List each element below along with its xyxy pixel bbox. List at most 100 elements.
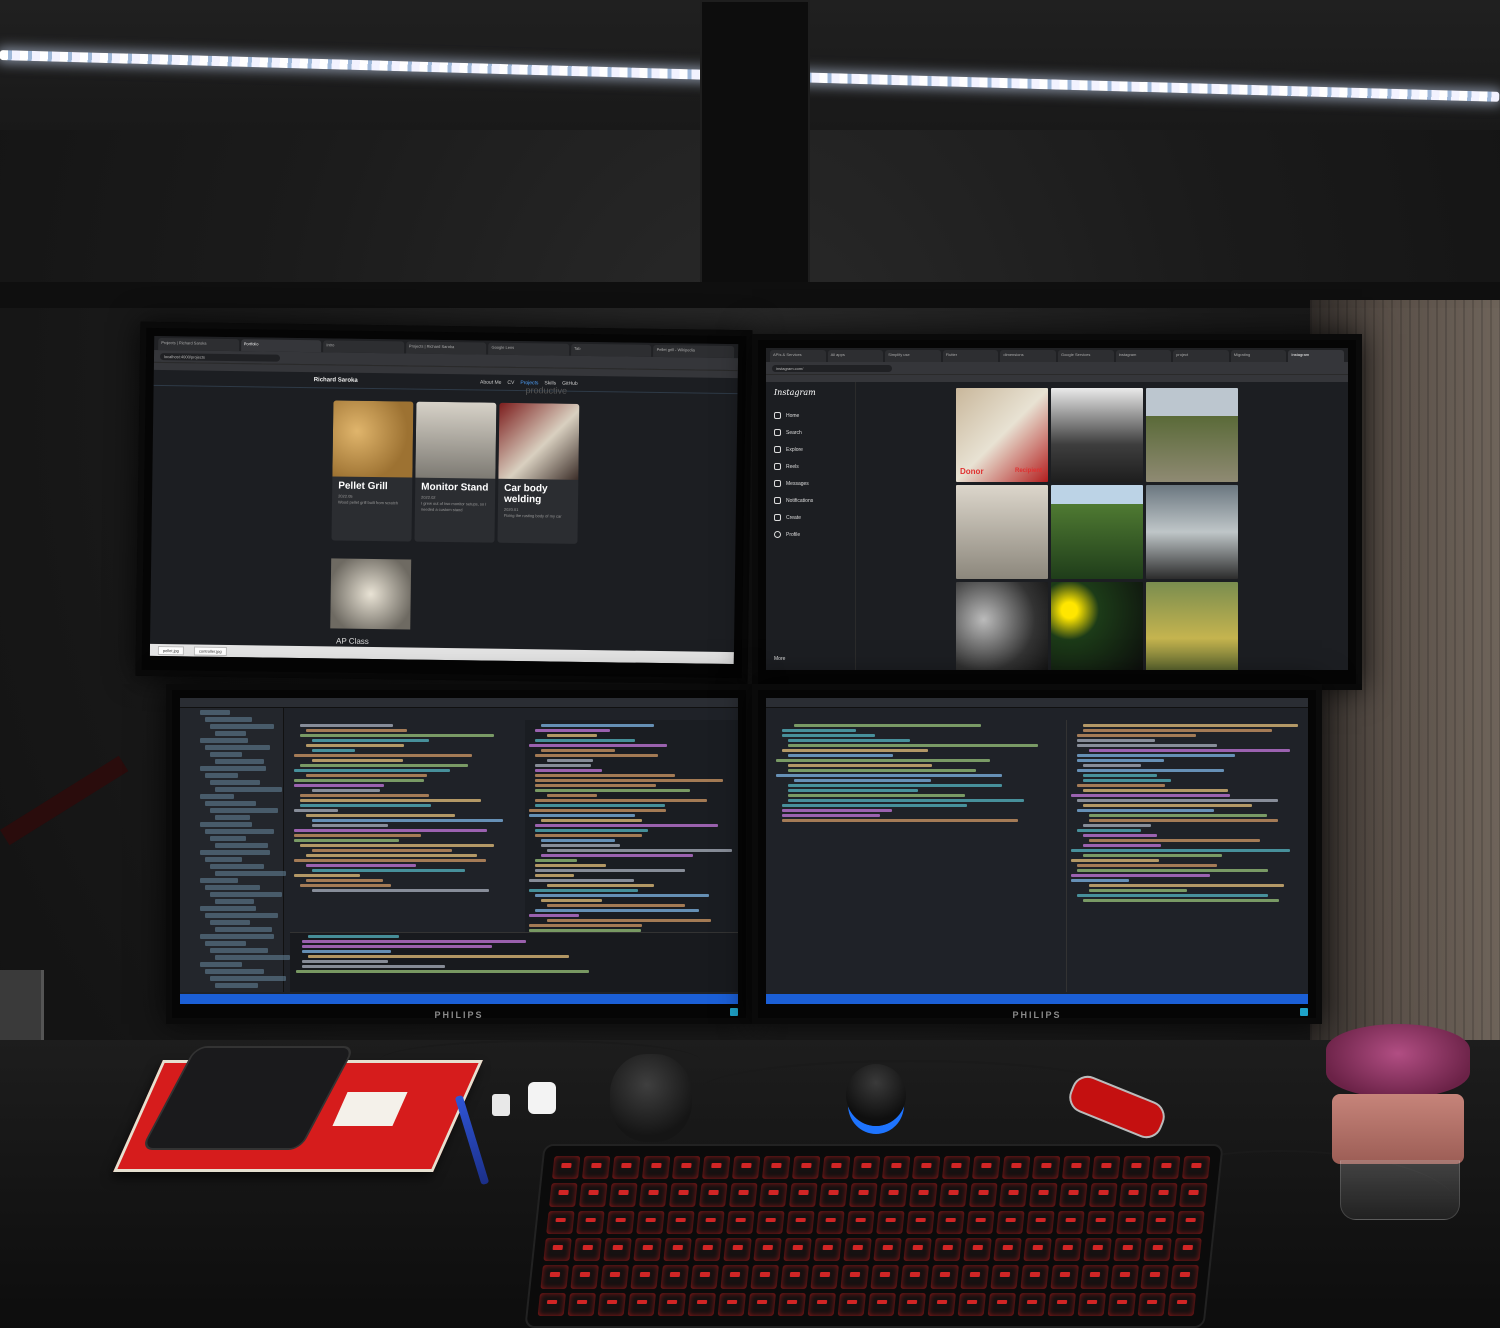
download-item[interactable]: pellet.jpg	[157, 645, 184, 655]
nav-link[interactable]: CV	[507, 379, 514, 385]
file-tree-item[interactable]	[210, 892, 282, 897]
file-tree-item[interactable]	[200, 738, 248, 743]
code-line	[306, 774, 427, 777]
project-card[interactable]	[330, 558, 412, 630]
browser-tab[interactable]: Portfolio	[240, 339, 322, 353]
project-card[interactable]: Car body welding 2020.01 Fixing the rust…	[497, 402, 580, 544]
code-pane[interactable]	[1066, 720, 1308, 992]
browser-tab[interactable]: dimensions	[1000, 350, 1056, 362]
file-tree-item[interactable]	[210, 836, 246, 841]
file-tree-item[interactable]	[205, 717, 252, 722]
ig-post[interactable]	[956, 582, 1048, 670]
keyboard-key	[699, 1183, 728, 1207]
file-tree-item[interactable]	[205, 773, 238, 778]
browser-tab[interactable]: APIs & Services	[770, 350, 826, 362]
ig-post[interactable]	[1146, 388, 1238, 482]
file-tree-item[interactable]	[215, 871, 286, 876]
browser-tab[interactable]: Projects | Richard Saroka	[158, 337, 239, 352]
file-tree-item[interactable]	[200, 822, 252, 827]
nav-link[interactable]: About Me	[480, 379, 501, 385]
ig-post[interactable]	[956, 485, 1048, 579]
ig-menu-create[interactable]: Create	[774, 509, 847, 526]
file-tree-item[interactable]	[200, 906, 256, 911]
file-tree-item[interactable]	[210, 948, 268, 953]
ig-menu-reels[interactable]: Reels	[774, 458, 847, 475]
ig-post[interactable]	[1051, 485, 1143, 579]
file-tree-item[interactable]	[200, 710, 230, 715]
file-tree-item[interactable]	[210, 752, 242, 757]
file-tree-item[interactable]	[210, 864, 264, 869]
project-card[interactable]: Monitor Stand 2022.02 I grew out of two …	[414, 401, 497, 543]
instagram-logo[interactable]: Instagram	[774, 388, 847, 397]
browser-tab[interactable]: Google Lens	[488, 342, 570, 356]
file-tree-item[interactable]	[200, 766, 266, 771]
file-tree-item[interactable]	[210, 780, 260, 785]
project-cards: Pellet Grill 2022.05 Wood pellet grill b…	[331, 400, 580, 544]
file-tree-item[interactable]	[215, 983, 258, 988]
file-tree-item[interactable]	[205, 941, 246, 946]
file-tree-item[interactable]	[215, 843, 268, 848]
ig-menu-notifications[interactable]: Notifications	[774, 492, 847, 509]
file-tree-item[interactable]	[210, 808, 278, 813]
file-tree-item[interactable]	[200, 850, 270, 855]
browser-tab[interactable]: project	[1173, 350, 1229, 362]
file-tree-item[interactable]	[205, 913, 278, 918]
ig-menu-label: Messages	[786, 480, 809, 487]
ig-menu-search[interactable]: Search	[774, 424, 847, 441]
file-tree-item[interactable]	[205, 885, 260, 890]
ig-menu-messages[interactable]: Messages	[774, 475, 847, 492]
url-field[interactable]: localhost:4000/projects	[159, 352, 281, 362]
file-tree-item[interactable]	[215, 955, 290, 960]
browser-tab[interactable]: Projects | Richard Saroka	[405, 341, 487, 355]
code-line	[782, 809, 892, 812]
file-tree-item[interactable]	[215, 815, 250, 820]
browser-tab[interactable]: Instagram	[1115, 350, 1172, 362]
browser-tab[interactable]: Intro	[323, 340, 404, 354]
ig-menu-home[interactable]: Home	[774, 407, 847, 424]
terminal-panel[interactable]	[290, 932, 738, 992]
file-tree-item[interactable]	[200, 934, 274, 939]
file-tree-item[interactable]	[210, 920, 250, 925]
browser-tab[interactable]: All apps	[827, 350, 884, 362]
project-card[interactable]: Pellet Grill 2022.05 Wood pellet grill b…	[331, 400, 414, 542]
ig-menu-more[interactable]: More	[774, 656, 785, 662]
browser-tab[interactable]: Pellet grill - Wikipedia	[653, 344, 735, 359]
file-tree-item[interactable]	[210, 976, 286, 981]
download-item[interactable]: controller.jpg	[193, 646, 227, 656]
browser-tab[interactable]: Flutter	[942, 350, 999, 362]
ig-menu-explore[interactable]: Explore	[774, 441, 847, 458]
url-field[interactable]: instagram.com/	[772, 364, 892, 372]
file-tree-item[interactable]	[215, 759, 264, 764]
ig-menu-profile[interactable]: Profile	[774, 526, 847, 543]
ig-post[interactable]	[1146, 582, 1238, 670]
site-brand[interactable]: Richard Saroka	[314, 377, 358, 384]
file-tree-item[interactable]	[205, 801, 256, 806]
browser-tab[interactable]: Simplify use	[885, 350, 941, 362]
file-tree-item[interactable]	[205, 857, 242, 862]
file-tree-item[interactable]	[200, 878, 238, 883]
file-tree-item[interactable]	[215, 899, 254, 904]
ig-post[interactable]: Donor Recipient	[956, 388, 1048, 482]
code-pane[interactable]	[772, 720, 1062, 992]
browser-tab[interactable]: Migrating	[1230, 350, 1287, 362]
keyboard-key	[911, 1156, 941, 1180]
ig-post[interactable]	[1051, 388, 1143, 482]
file-tree-item[interactable]	[200, 962, 242, 967]
file-tree-item[interactable]	[205, 969, 264, 974]
file-tree-item[interactable]	[215, 787, 282, 792]
browser-tab[interactable]: Google Services	[1057, 350, 1114, 362]
file-tree-item[interactable]	[215, 927, 272, 932]
file-tree-item[interactable]	[210, 724, 274, 729]
file-tree-item[interactable]	[215, 731, 246, 736]
keyboard-key	[570, 1265, 599, 1289]
file-tree-item[interactable]	[205, 745, 270, 750]
keyboard-key	[1083, 1237, 1112, 1262]
browser-tab[interactable]: Tab	[570, 343, 652, 357]
file-tree-item[interactable]	[200, 794, 234, 799]
file-tree-item[interactable]	[205, 829, 274, 834]
browser-tab[interactable]: Instagram	[1288, 350, 1344, 362]
ig-post[interactable]	[1051, 582, 1143, 670]
ig-post[interactable]	[1146, 485, 1238, 579]
keyboard-key	[537, 1292, 567, 1316]
travel-cup	[1326, 1024, 1470, 1220]
